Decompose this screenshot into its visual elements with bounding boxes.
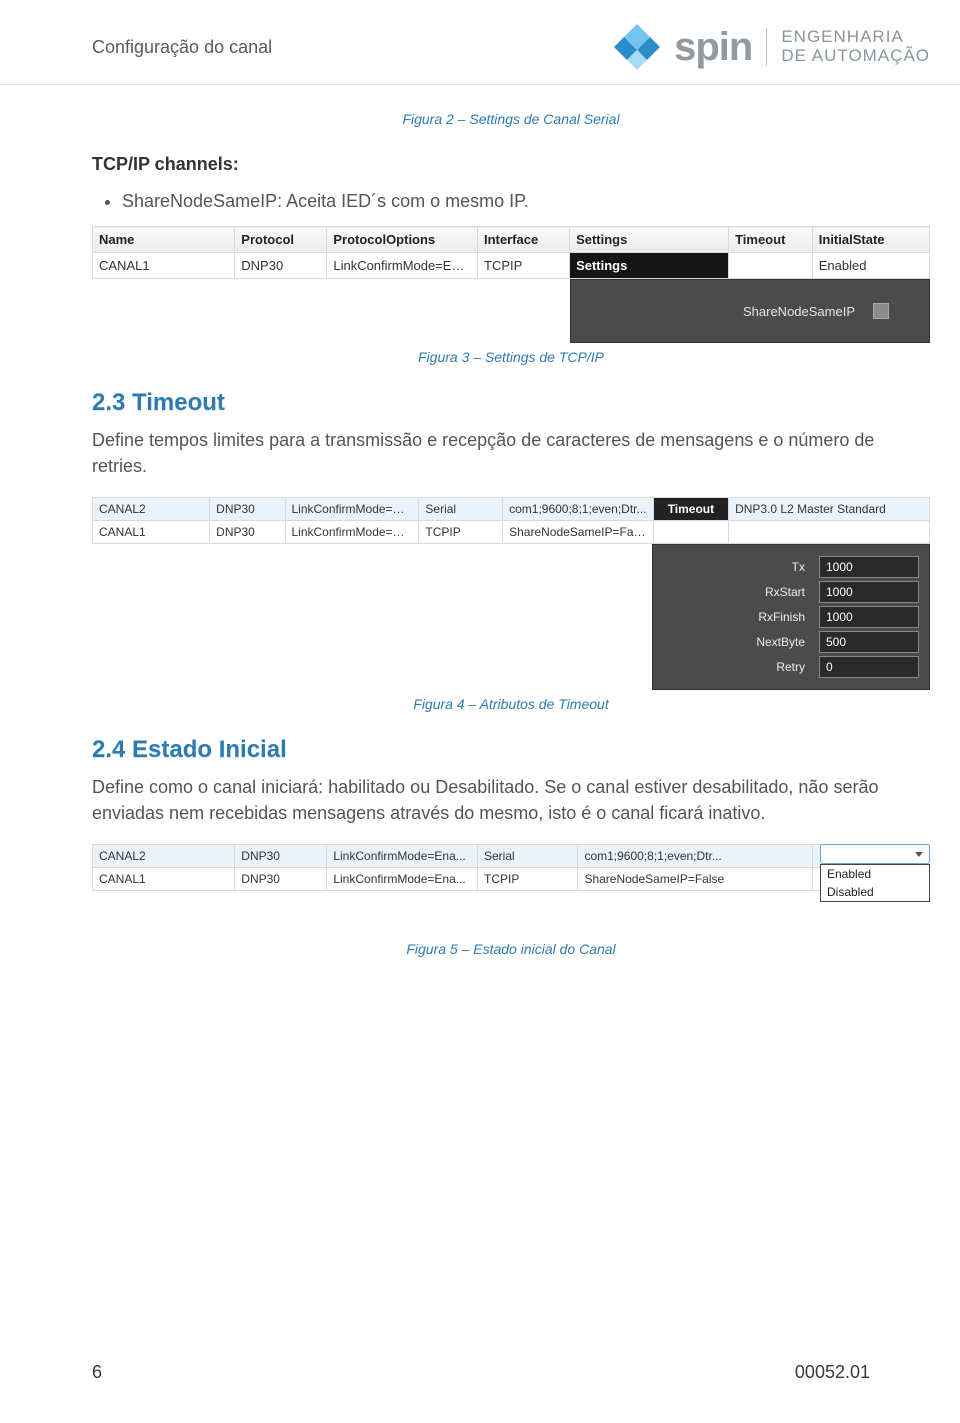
- sharenode-label: ShareNodeSameIP: [743, 304, 855, 319]
- figure3-caption: Figura 3 – Settings de TCP/IP: [92, 349, 930, 365]
- sharenode-panel: ShareNodeSameIP: [570, 279, 930, 343]
- table-header[interactable]: Settings: [570, 227, 729, 253]
- table-header[interactable]: Interface: [478, 227, 570, 253]
- page-number: 6: [92, 1362, 102, 1383]
- figure5-table: CANAL2 DNP30 LinkConfirmMode=Ena... Seri…: [92, 844, 930, 891]
- spin-logo-icon: [610, 20, 664, 74]
- figure2-caption: Figura 2 – Settings de Canal Serial: [92, 111, 930, 127]
- figure3: Name Protocol ProtocolOptions Interface …: [92, 226, 930, 365]
- page-footer: 6 00052.01: [92, 1362, 870, 1383]
- timeout-nextbyte-input[interactable]: [819, 631, 919, 653]
- chevron-down-icon: [915, 852, 923, 857]
- combo-option-enabled[interactable]: Enabled: [821, 865, 929, 883]
- table-header[interactable]: Name: [93, 227, 235, 253]
- figure5-caption: Figura 5 – Estado inicial do Canal: [92, 941, 930, 957]
- doc-number: 00052.01: [795, 1362, 870, 1383]
- timeout-tx-input[interactable]: [819, 556, 919, 578]
- figure5: CANAL2 DNP30 LinkConfirmMode=Ena... Seri…: [92, 844, 930, 891]
- page-header: Configuração do canal spin ENGENHARIA DE…: [0, 0, 960, 85]
- section-2-3-title: 2.3 Timeout: [92, 389, 930, 417]
- timeout-panel: Tx RxStart RxFinish NextByte Retry: [652, 544, 930, 690]
- table-header[interactable]: Protocol: [235, 227, 327, 253]
- table-header[interactable]: ProtocolOptions: [327, 227, 478, 253]
- figure4: CANAL2 DNP30 LinkConfirmMode=Ena... Seri…: [92, 497, 930, 712]
- table-row: CANAL2 DNP30 LinkConfirmMode=Ena... Seri…: [93, 845, 930, 868]
- combo-field[interactable]: [820, 844, 930, 864]
- tcpip-bullet: ShareNodeSameIP: Aceita IED´s com o mesm…: [122, 191, 930, 212]
- combo-option-disabled[interactable]: Disabled: [821, 883, 929, 901]
- timeout-cell[interactable]: Timeout: [653, 498, 728, 521]
- timeout-retry-input[interactable]: [819, 656, 919, 678]
- timeout-rxstart-input[interactable]: [819, 581, 919, 603]
- figure4-table: CANAL2 DNP30 LinkConfirmMode=Ena... Seri…: [92, 497, 930, 544]
- table-row: CANAL2 DNP30 LinkConfirmMode=Ena... Seri…: [93, 498, 930, 521]
- initialstate-combo[interactable]: Enabled Disabled: [820, 844, 930, 902]
- combo-list: Enabled Disabled: [820, 864, 930, 902]
- figure4-caption: Figura 4 – Atributos de Timeout: [92, 696, 930, 712]
- table-header[interactable]: Timeout: [729, 227, 813, 253]
- settings-cell[interactable]: Settings: [570, 253, 729, 279]
- tcpip-bullet-list: ShareNodeSameIP: Aceita IED´s com o mesm…: [92, 191, 930, 212]
- table-row: CANAL1 DNP30 LinkConfirmMode=Ena... TCPI…: [93, 253, 930, 279]
- header-title: Configuração do canal: [92, 37, 272, 58]
- section-2-3-body: Define tempos limites para a transmissão…: [92, 427, 930, 479]
- section-2-4-body: Define como o canal iniciará: habilitado…: [92, 774, 930, 826]
- table-header[interactable]: InitialState: [812, 227, 929, 253]
- figure3-table: Name Protocol ProtocolOptions Interface …: [92, 226, 930, 279]
- brand-text: spin: [674, 25, 752, 70]
- tagline: ENGENHARIA DE AUTOMAÇÃO: [766, 28, 930, 65]
- sharenode-checkbox[interactable]: [873, 303, 889, 319]
- table-row: CANAL1 DNP30 LinkConfirmMode=Ena... TCPI…: [93, 868, 930, 891]
- section-2-4-title: 2.4 Estado Inicial: [92, 736, 930, 764]
- timeout-rxfinish-input[interactable]: [819, 606, 919, 628]
- table-row: CANAL1 DNP30 LinkConfirmMode=Ena... TCPI…: [93, 521, 930, 544]
- tcpip-heading: TCP/IP channels:: [92, 151, 930, 177]
- logo-block: spin ENGENHARIA DE AUTOMAÇÃO: [610, 20, 930, 74]
